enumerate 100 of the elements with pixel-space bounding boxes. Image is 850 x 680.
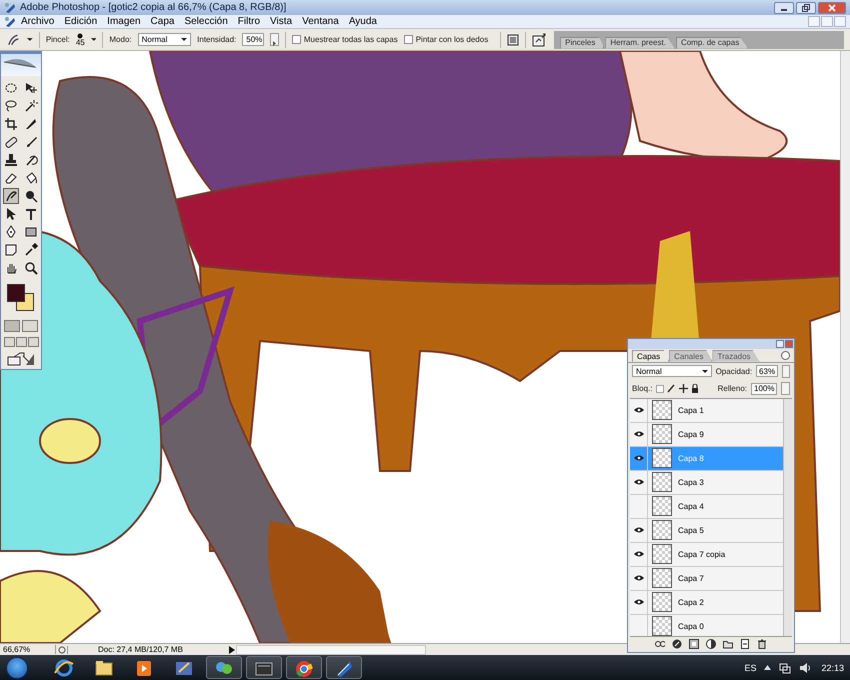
menu-item[interactable]: Ventana [297,16,344,27]
caret-icon[interactable] [90,37,96,42]
smudge-tool-icon[interactable] [3,188,19,204]
layer-thumbnail [652,568,672,588]
feather-icon [4,2,16,14]
close-button[interactable] [818,2,846,14]
palette-tab[interactable]: Comp. de capas [676,36,748,48]
taskbar-app[interactable] [286,656,322,679]
horizontal-scrollbar[interactable] [236,644,426,654]
layer-thumbnail [652,448,672,468]
checkbox[interactable] [292,35,301,44]
menu-item[interactable]: Vista [265,16,298,27]
eyedropper-tool-icon[interactable] [23,242,39,258]
taskbar-app[interactable] [246,656,282,679]
language-indicator[interactable]: ES [744,662,756,672]
menu-item[interactable]: Capa [146,16,180,27]
panel-menu-button[interactable] [781,350,790,360]
speaker-icon[interactable] [799,662,812,674]
layer-row[interactable]: Capa 7 [630,566,783,590]
wand-tool-icon[interactable] [23,98,39,114]
layer-name: Capa 7 copia [678,550,726,558]
palette-icon[interactable] [507,34,520,46]
start-button[interactable] [6,656,28,678]
restore-icon [802,4,810,12]
new-layer-icon[interactable] [740,639,750,650]
layer-row[interactable]: Capa 4 [630,494,783,518]
stamp-tool-icon[interactable] [3,152,19,168]
quick-mask-button[interactable] [22,320,38,332]
menu-item[interactable]: Edición [59,16,102,27]
menu-item[interactable]: Selección [179,16,233,27]
layers-scrollbar[interactable] [783,398,792,636]
link-icon[interactable] [655,639,665,650]
mode-dropdown[interactable]: Normal [138,33,192,46]
mask-icon[interactable] [689,639,699,650]
move-tool-icon[interactable] [23,80,39,96]
screen-mode-button[interactable] [28,337,38,347]
screen-mode-button[interactable] [4,337,14,347]
lasso-tool-icon[interactable] [3,98,19,114]
zoom-level[interactable]: 66,67% [0,645,56,654]
caret-icon[interactable] [27,37,33,42]
brush-label: Pincel: [46,35,70,44]
layer-row[interactable]: Capa 3 [630,470,783,494]
move-icon[interactable] [679,384,688,394]
fill-label: Relleno: [718,384,747,394]
minimize-button[interactable] [774,2,794,14]
opacity-field[interactable]: 63% [756,365,778,378]
layer-row[interactable]: Capa 0 [630,614,783,636]
layer-thumbnail [652,472,672,492]
toy-patch-shape [39,418,101,464]
panel-tab[interactable]: Capas [632,350,670,362]
finger-icon[interactable] [6,32,22,46]
strength-field[interactable]: 50% [242,33,264,46]
fill-field[interactable]: 100% [751,382,777,395]
lock-transparency-icon[interactable] [656,384,664,393]
crop-tool-icon[interactable] [3,116,19,132]
vertical-scrollbar[interactable] [840,51,850,643]
arrow-icon [272,41,278,46]
menu-item[interactable]: Imagen [102,16,146,27]
panel-tab[interactable]: Trazados [712,350,760,362]
type-tool-icon[interactable] [23,206,39,222]
document-arrow-icon[interactable] [532,32,548,46]
layer-row[interactable]: Capa 1 [630,398,783,422]
layer-thumbnail [652,496,672,516]
foreground-color-swatch[interactable] [7,284,25,302]
palette-tab[interactable]: Herram. preest. [605,36,675,48]
network-icon[interactable] [779,662,792,674]
trash-icon[interactable] [757,639,767,650]
window-title: Adobe Photoshop - [gotic2 copia al 66,7% (Capa 8, RGB/8)] [20,2,288,13]
globe-icon [53,658,75,678]
blend-mode-dropdown[interactable]: Normal [632,365,712,378]
dodge-tool-icon[interactable] [23,188,39,204]
clock-time[interactable]: 22:13 [815,662,844,672]
checkbox-label: Pintar con los dedos [416,35,488,44]
circle-icon[interactable] [672,639,682,650]
menu-item[interactable]: Filtro [232,16,266,27]
layer-row[interactable]: Capa 5 [630,518,783,542]
menu-item[interactable]: Ayuda [344,16,382,27]
half-circle-icon[interactable] [706,639,716,650]
strength-stepper[interactable] [270,33,279,46]
brush-dot-icon[interactable] [77,32,84,38]
panel-minimize-button[interactable] [776,340,784,348]
panel-tab[interactable]: Canales [669,350,712,362]
lock-icon[interactable] [691,384,700,394]
layer-row[interactable]: Capa 2 [630,590,783,614]
taskbar-app[interactable] [206,656,242,679]
menu-item[interactable]: Archivo [16,16,60,27]
brush-icon[interactable] [667,384,676,394]
zoom-tool-icon[interactable] [23,260,39,276]
fill-stepper[interactable] [781,382,790,396]
screen-mode-button[interactable] [16,337,26,347]
folder-icon[interactable] [723,639,733,650]
opacity-label: Opacidad: [716,366,752,376]
checkbox[interactable] [404,35,413,44]
layer-thumbnail [652,520,672,540]
show-hidden-icon[interactable] [764,665,772,670]
opacity-stepper[interactable] [782,364,790,378]
palette-tab[interactable]: Pinceles [560,36,604,48]
layer-row[interactable]: Capa 7 copia [630,542,783,566]
note-tool-icon[interactable] [3,242,19,258]
restore-button[interactable] [796,2,816,14]
